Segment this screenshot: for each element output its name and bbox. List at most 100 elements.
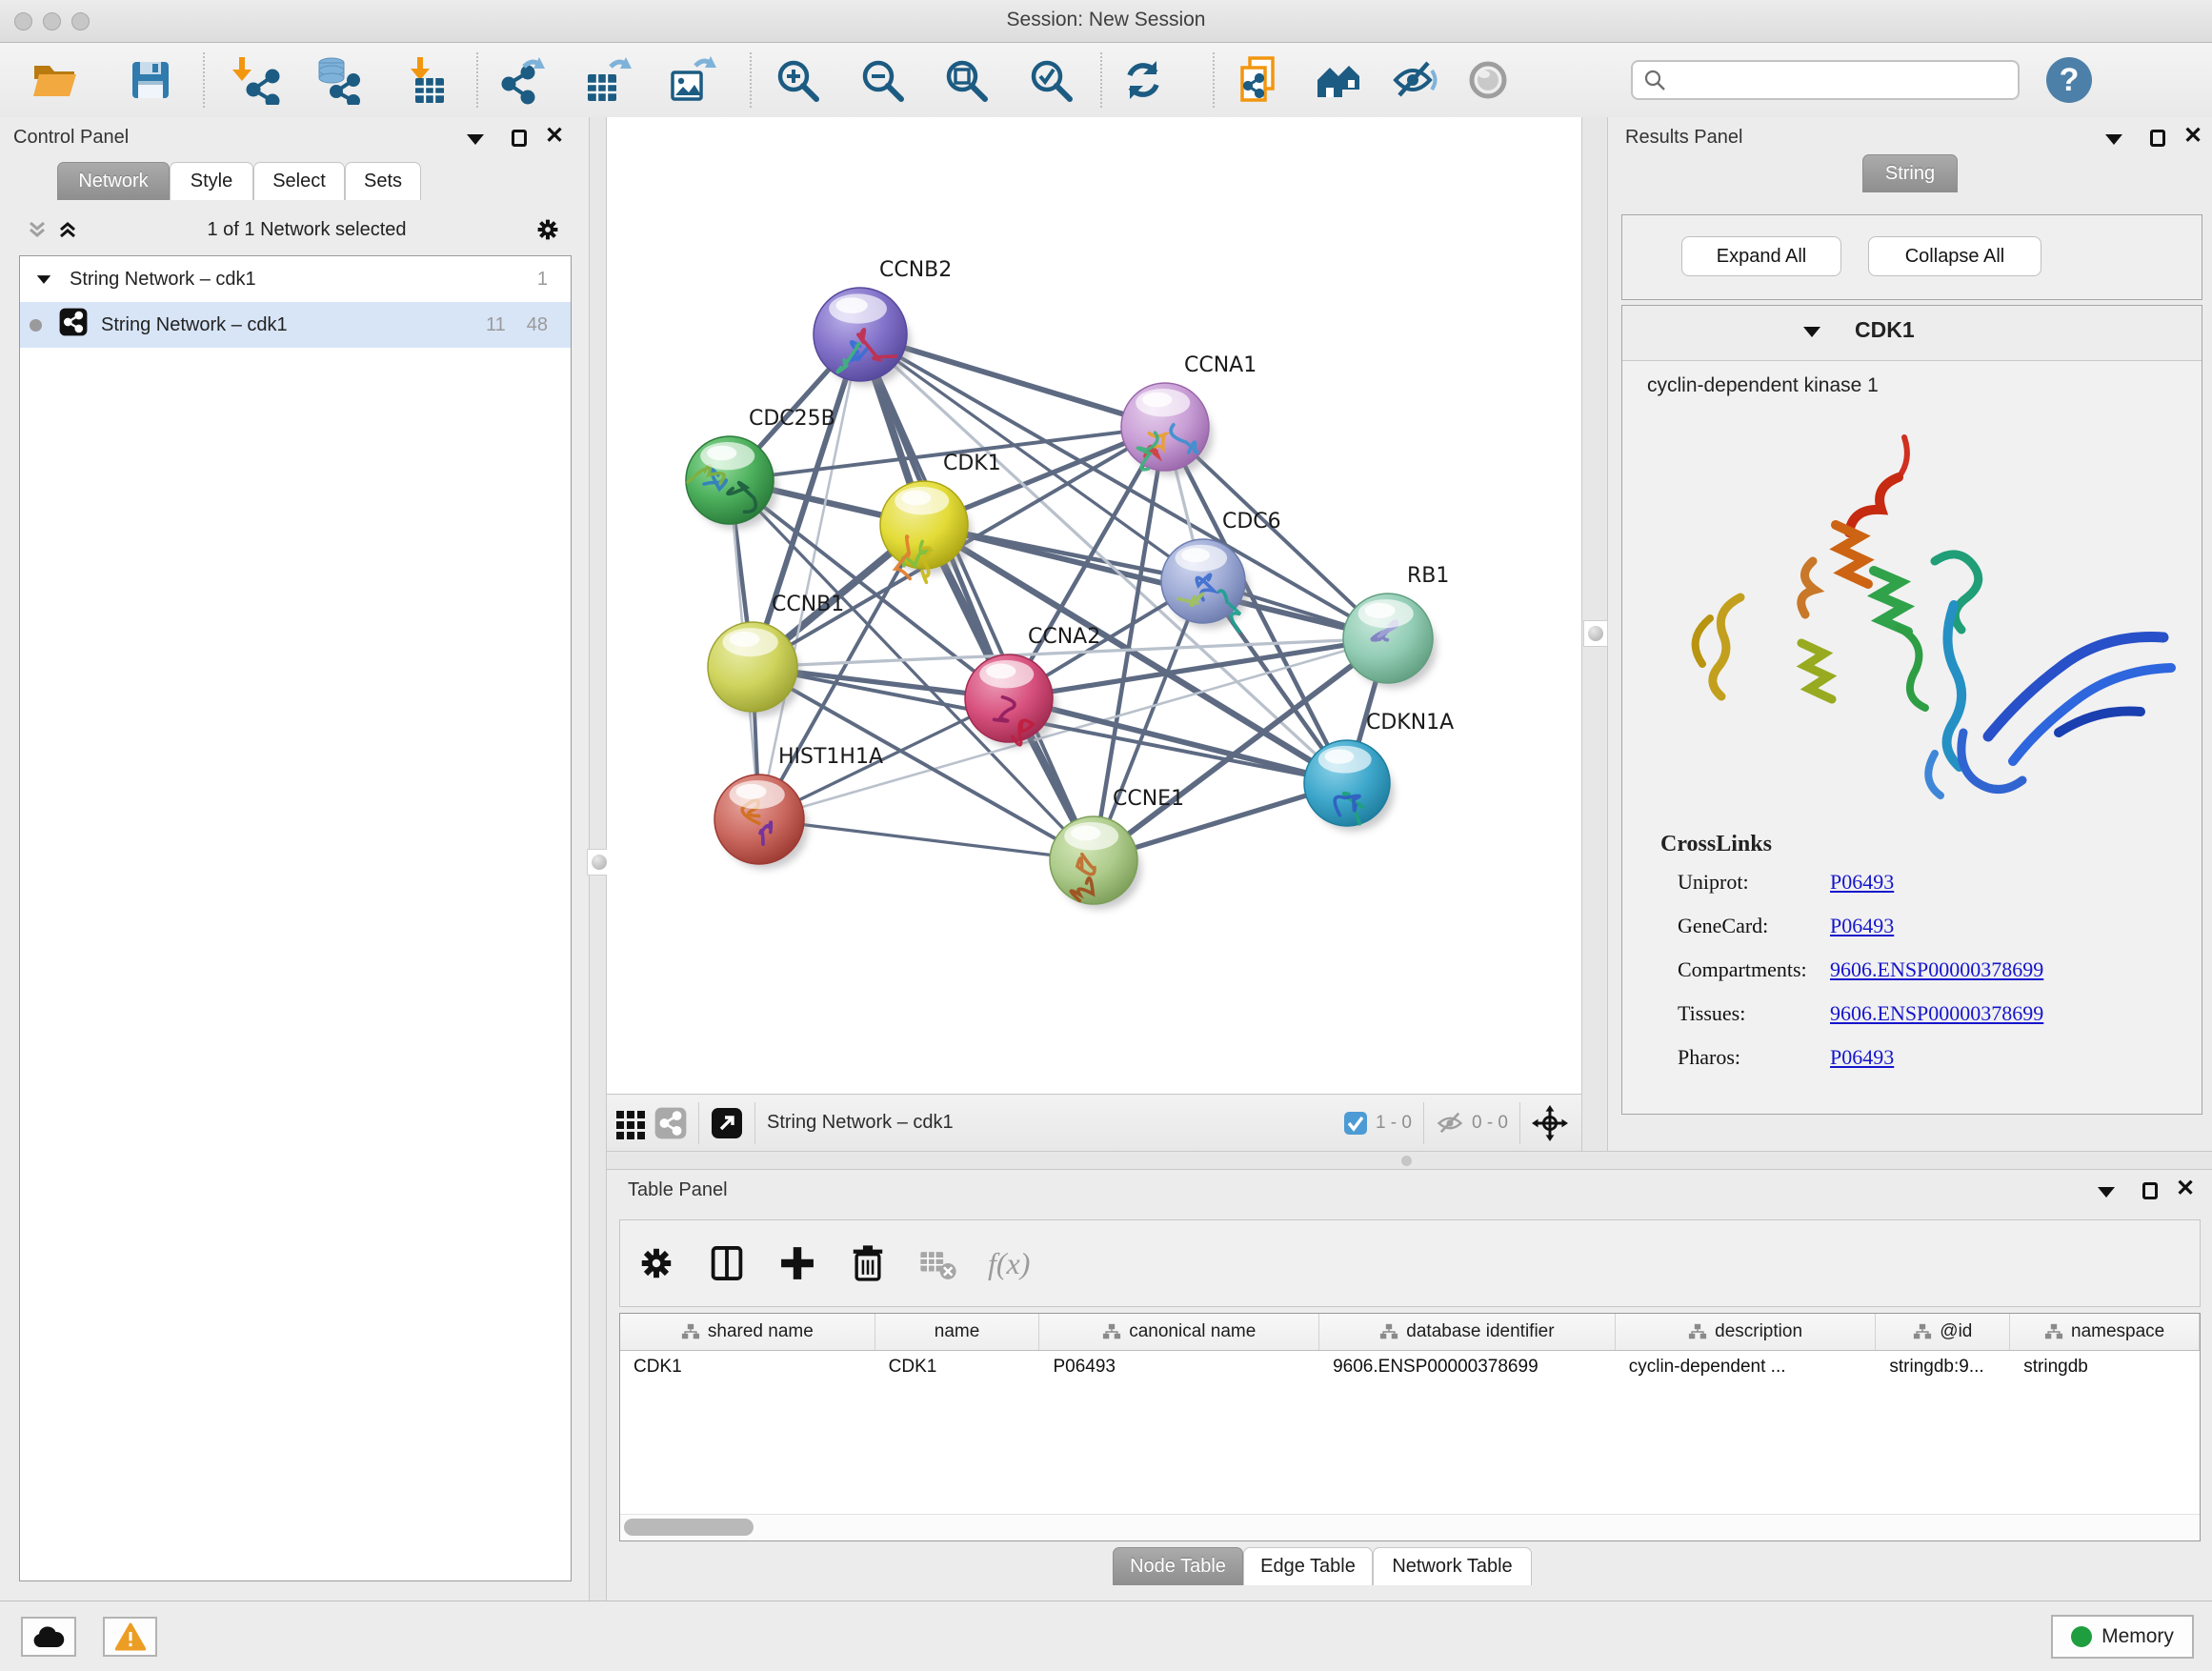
crosslink-link[interactable]: P06493 [1830,1045,1894,1069]
new-network-from-selection-icon[interactable] [1235,55,1284,105]
crosslink-link[interactable]: P06493 [1830,870,1894,894]
cloud-button[interactable] [21,1617,76,1657]
zoom-out-icon[interactable] [857,55,907,105]
export-table-icon[interactable] [582,55,632,105]
network-edge-HIST1H1A-CCNE1[interactable] [759,819,1094,860]
network-node-CDC6[interactable]: CDC6 [1161,510,1281,632]
help-icon[interactable]: ? [2044,55,2094,105]
zoom-selected-icon[interactable] [1026,55,1076,105]
network-node-CCNB2[interactable]: CCNB2 [814,258,952,386]
warnings-button[interactable] [103,1617,157,1657]
apply-layout-icon[interactable] [1118,55,1168,105]
close-panel-icon[interactable]: ✕ [2176,1180,2195,1198]
table-row[interactable]: CDK1CDK1P064939606.ENSP00000378699cyclin… [620,1351,2200,1387]
entry-collapse-icon[interactable] [1803,327,1820,337]
maximize-panel-icon[interactable] [512,130,527,147]
import-network-from-file-icon[interactable] [232,55,282,105]
table-cell[interactable]: cyclin-dependent ... [1616,1351,1877,1387]
bottom-divider-handle[interactable] [1401,1156,1412,1166]
first-neighbors-icon[interactable] [1314,55,1363,105]
crosslink-link[interactable]: P06493 [1830,914,1894,937]
expand-all-icon[interactable] [55,217,80,242]
network-node-RB1[interactable]: RB1 [1343,564,1449,688]
export-image-icon[interactable] [667,55,716,105]
network-collection-row[interactable]: String Network – cdk1 1 [20,256,571,302]
table-settings-gear-icon[interactable] [635,1242,677,1284]
table-cell[interactable]: P06493 [1039,1351,1319,1387]
selected-checkbox-icon[interactable] [1343,1111,1368,1136]
table-cell[interactable]: 9606.ENSP00000378699 [1319,1351,1616,1387]
maximize-panel-icon[interactable] [2142,1182,2158,1199]
network-canvas[interactable]: CCNB2CCNA1CDC25BCDK1CDC6RB1CCNB1CCNA2CDK… [607,117,1581,1094]
column-header-canonical-name[interactable]: canonical name [1039,1314,1319,1350]
network-node-CDKN1A[interactable]: CDKN1A [1304,711,1454,832]
hide-selected-icon[interactable] [1390,55,1439,105]
export-network-icon[interactable] [497,55,547,105]
search-input[interactable] [1667,69,2018,91]
float-panel-icon[interactable] [467,134,484,145]
birdseye-navigator-icon[interactable] [1532,1105,1568,1141]
close-panel-icon[interactable]: ✕ [2183,128,2202,145]
window-title: Session: New Session [0,9,2212,31]
bottom-panel-divider[interactable] [607,1151,2212,1170]
table-cell[interactable]: stringdb [2010,1351,2200,1387]
show-columns-icon[interactable] [706,1242,748,1284]
import-network-from-database-icon[interactable] [313,55,363,105]
crosslink-link[interactable]: 9606.ENSP00000378699 [1830,1001,2043,1025]
left-panel-divider[interactable] [589,117,607,1601]
right-divider-handle[interactable] [1583,620,1608,647]
tab-network[interactable]: Network [57,162,170,200]
show-all-icon[interactable] [1463,55,1513,105]
zoom-in-icon[interactable] [773,55,822,105]
import-table-from-file-icon[interactable] [402,55,452,105]
column-header-namespace[interactable]: namespace [2010,1314,2200,1350]
detach-view-icon[interactable] [711,1107,743,1139]
network-node-HIST1H1A[interactable]: HIST1H1A [714,745,883,869]
network-collection-list: String Network – cdk1 1 String Network –… [19,255,572,1581]
delete-row-trash-icon[interactable] [847,1242,889,1284]
horizontal-scrollbar[interactable] [620,1514,2200,1540]
tab-sets[interactable]: Sets [345,162,421,200]
network-view-mode-icon[interactable] [654,1107,687,1139]
protein-entry-header[interactable]: CDK1 [1622,306,2202,361]
table-cell[interactable]: stringdb:9... [1876,1351,2010,1387]
crosslink-link[interactable]: 9606.ENSP00000378699 [1830,957,2043,981]
float-panel-icon[interactable] [2105,134,2122,145]
close-panel-icon[interactable]: ✕ [545,128,564,145]
column-header--id[interactable]: @id [1876,1314,2010,1350]
tab-string[interactable]: String [1862,154,1958,192]
crosslink-label: Uniprot: [1678,870,1830,895]
zoom-fit-content-icon[interactable] [941,55,991,105]
tab-network-table[interactable]: Network Table [1373,1547,1532,1585]
add-column-icon[interactable] [776,1242,818,1284]
expand-all-button[interactable]: Expand All [1681,236,1841,276]
column-header-database-identifier[interactable]: database identifier [1319,1314,1616,1350]
network-node-CDC25B[interactable]: CDC25B [686,407,835,529]
collection-expand-icon[interactable] [37,275,50,284]
column-header-description[interactable]: description [1616,1314,1877,1350]
table-cell[interactable]: CDK1 [620,1351,875,1387]
tab-node-table[interactable]: Node Table [1113,1547,1243,1585]
memory-button[interactable]: Memory [2051,1615,2194,1659]
float-panel-icon[interactable] [2098,1187,2115,1198]
open-file-icon[interactable] [30,55,79,105]
save-session-icon[interactable] [126,55,175,105]
scrollbar-thumb[interactable] [624,1519,754,1536]
network-edge-CDK1-RB1[interactable] [924,525,1388,638]
tab-select[interactable]: Select [253,162,345,200]
column-header-name[interactable]: name [875,1314,1040,1350]
table-cell[interactable]: CDK1 [875,1351,1040,1387]
maximize-panel-icon[interactable] [2150,130,2165,147]
tab-style[interactable]: Style [170,162,253,200]
collapse-all-icon[interactable] [25,217,50,242]
tab-edge-table[interactable]: Edge Table [1243,1547,1373,1585]
grid-view-icon[interactable] [614,1107,647,1139]
network-node-CCNB1[interactable]: CCNB1 [708,593,844,716]
gear-icon[interactable] [533,215,562,244]
table-body: CDK1CDK1P064939606.ENSP00000378699cyclin… [620,1351,2200,1387]
column-header-shared-name[interactable]: shared name [620,1314,875,1350]
collapse-all-button[interactable]: Collapse All [1868,236,2041,276]
right-panel-divider[interactable] [1581,117,1608,1151]
network-node-CCNA1[interactable]: CCNA1 [1121,353,1257,475]
network-row[interactable]: String Network – cdk1 11 48 [20,302,571,348]
